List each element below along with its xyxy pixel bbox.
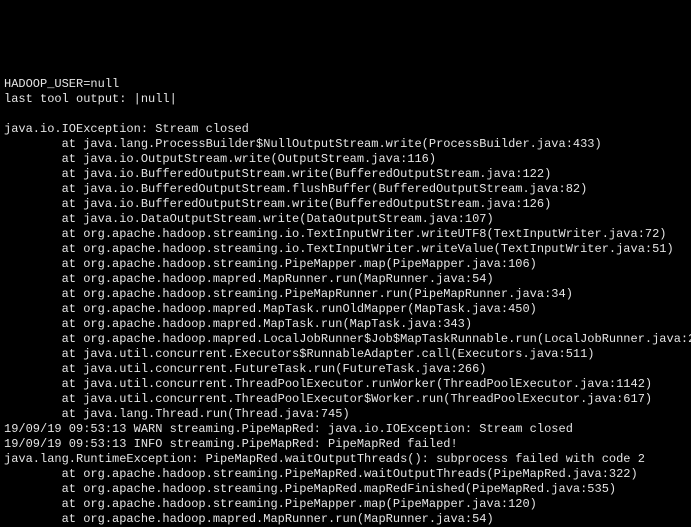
terminal-line: at org.apache.hadoop.mapred.LocalJobRunn… [4, 332, 687, 347]
terminal-line: at org.apache.hadoop.streaming.PipeMapRu… [4, 287, 687, 302]
terminal-output: HADOOP_USER=nulllast tool output: |null|… [0, 75, 691, 527]
terminal-line [4, 107, 687, 122]
terminal-line: at java.util.concurrent.ThreadPoolExecut… [4, 392, 687, 407]
terminal-line: at java.io.OutputStream.write(OutputStre… [4, 152, 687, 167]
terminal-line: at org.apache.hadoop.mapred.MapTask.runO… [4, 302, 687, 317]
terminal-line: at org.apache.hadoop.streaming.io.TextIn… [4, 242, 687, 257]
terminal-line: 19/09/19 09:53:13 WARN streaming.PipeMap… [4, 422, 687, 437]
terminal-line: at org.apache.hadoop.mapred.MapRunner.ru… [4, 272, 687, 287]
terminal-line: at java.lang.Thread.run(Thread.java:745) [4, 407, 687, 422]
terminal-line: at java.io.BufferedOutputStream.write(Bu… [4, 167, 687, 182]
terminal-line: at java.util.concurrent.Executors$Runnab… [4, 347, 687, 362]
terminal-line: last tool output: |null| [4, 92, 687, 107]
terminal-line: at org.apache.hadoop.mapred.MapRunner.ru… [4, 512, 687, 527]
terminal-line: at java.util.concurrent.FutureTask.run(F… [4, 362, 687, 377]
terminal-line: at org.apache.hadoop.streaming.PipeMapRe… [4, 482, 687, 497]
terminal-line: 19/09/19 09:53:13 INFO streaming.PipeMap… [4, 437, 687, 452]
terminal-line: at java.lang.ProcessBuilder$NullOutputSt… [4, 137, 687, 152]
terminal-line: java.io.IOException: Stream closed [4, 122, 687, 137]
terminal-line: at java.io.BufferedOutputStream.flushBuf… [4, 182, 687, 197]
terminal-line: at org.apache.hadoop.streaming.io.TextIn… [4, 227, 687, 242]
terminal-line: at org.apache.hadoop.streaming.PipeMappe… [4, 497, 687, 512]
terminal-line: at java.util.concurrent.ThreadPoolExecut… [4, 377, 687, 392]
terminal-line: at org.apache.hadoop.streaming.PipeMappe… [4, 257, 687, 272]
terminal-line: at java.io.DataOutputStream.write(DataOu… [4, 212, 687, 227]
terminal-line: HADOOP_USER=null [4, 77, 687, 92]
terminal-line: at java.io.BufferedOutputStream.write(Bu… [4, 197, 687, 212]
terminal-line: at org.apache.hadoop.mapred.MapTask.run(… [4, 317, 687, 332]
terminal-line: at org.apache.hadoop.streaming.PipeMapRe… [4, 467, 687, 482]
terminal-line: java.lang.RuntimeException: PipeMapRed.w… [4, 452, 687, 467]
